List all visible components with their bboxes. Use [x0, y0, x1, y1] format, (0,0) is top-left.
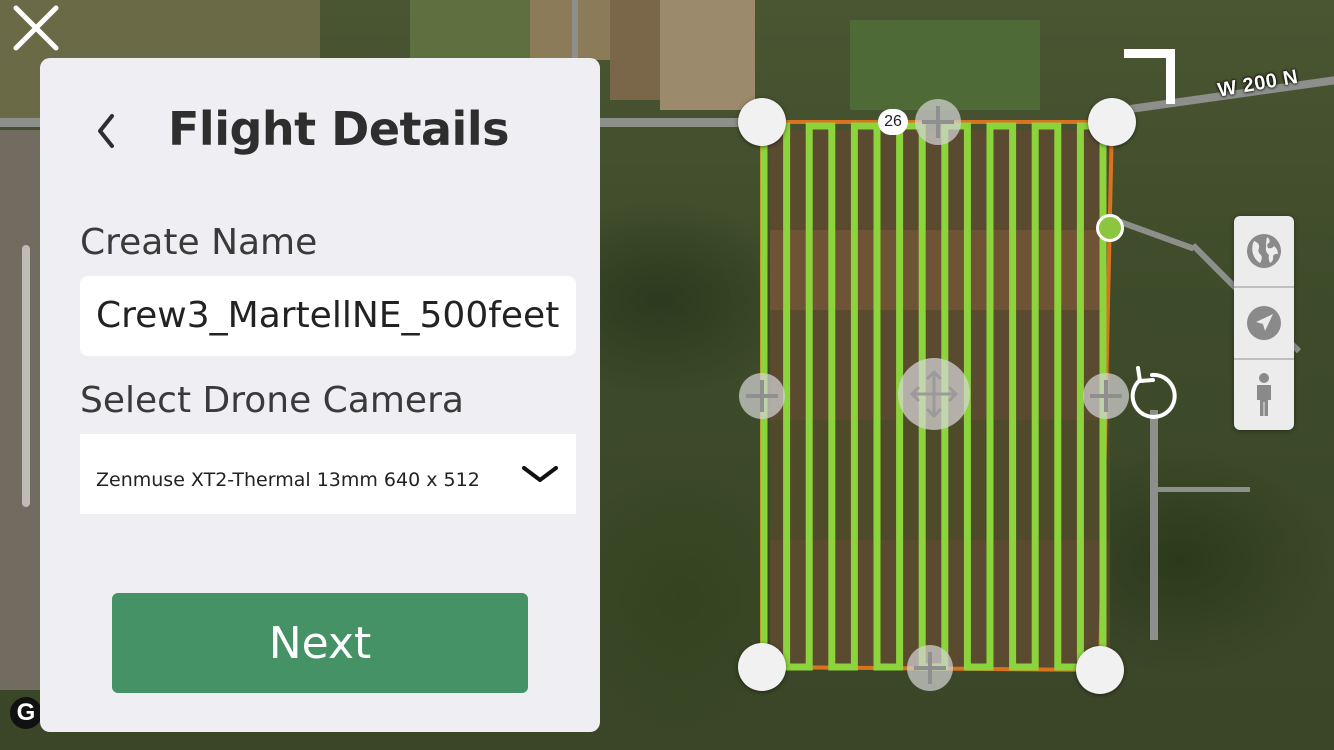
- next-button[interactable]: Next: [112, 593, 528, 693]
- close-button[interactable]: [10, 2, 62, 54]
- start-point-marker[interactable]: [1096, 214, 1124, 242]
- map-controls: [1234, 216, 1294, 430]
- flight-name-input[interactable]: Crew3_MartellNE_500feet: [80, 276, 576, 356]
- locate-me-button[interactable]: [1234, 288, 1294, 358]
- flight-details-panel: Flight Details Create Name Crew3_Martell…: [40, 58, 600, 732]
- person-icon: [1257, 373, 1271, 416]
- globe-icon: [1247, 234, 1281, 268]
- drone-camera-select[interactable]: Zenmuse XT2-Thermal 13mm 640 x 512: [80, 434, 576, 514]
- back-button[interactable]: [90, 106, 124, 156]
- camera-label: Select Drone Camera: [80, 380, 464, 421]
- corner-handle-top-right[interactable]: [1088, 98, 1136, 146]
- corner-handle-bottom-right[interactable]: [1076, 646, 1124, 694]
- rotate-handle[interactable]: [1122, 364, 1180, 422]
- street-view-button[interactable]: [1234, 360, 1294, 430]
- camera-selected-value: Zenmuse XT2-Thermal 13mm 640 x 512: [96, 469, 480, 491]
- chevron-left-icon: [98, 114, 114, 148]
- midpoint-add-handle-bottom[interactable]: [907, 645, 953, 691]
- corner-handle-bottom-left[interactable]: [738, 643, 786, 691]
- move-arrows-icon: [910, 370, 958, 418]
- corner-handle-top-left[interactable]: [738, 98, 786, 146]
- page-title: Flight Details: [168, 102, 509, 156]
- midpoint-add-handle-top[interactable]: [915, 99, 961, 145]
- waypoint-count-badge: 26: [878, 109, 908, 135]
- rotate-icon: [1130, 366, 1177, 419]
- map-type-button[interactable]: [1234, 216, 1294, 286]
- midpoint-add-handle-left[interactable]: [739, 373, 785, 419]
- create-name-label: Create Name: [80, 222, 318, 263]
- move-area-handle[interactable]: [898, 358, 970, 430]
- location-arrow-icon: [1247, 306, 1281, 340]
- chevron-down-icon: [522, 466, 558, 482]
- close-icon: [13, 5, 59, 51]
